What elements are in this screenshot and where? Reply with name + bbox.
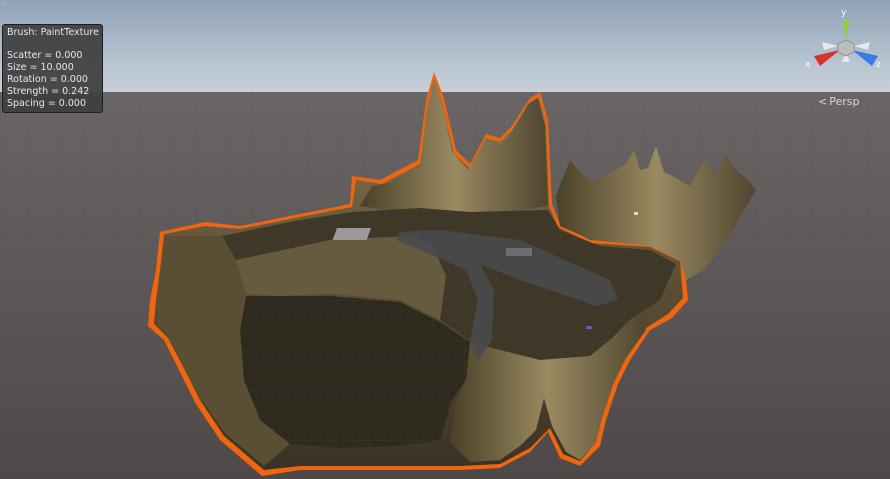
brush-size: Size = 10.000 [7, 62, 74, 73]
gizmo-z-axis-cone[interactable] [852, 50, 878, 66]
gizmo-neg-x-cone[interactable] [822, 42, 838, 50]
gizmo-center-cube[interactable] [837, 39, 855, 57]
lock-icon[interactable] [0, 0, 8, 8]
brush-strength: Strength = 0.242 [7, 86, 90, 97]
sky [0, 0, 890, 92]
gizmo-z-label: z [876, 60, 881, 70]
terrain-building-2 [506, 248, 532, 256]
brush-info-panel: Brush: PaintTexture Scatter = 0.000 Size… [2, 24, 103, 113]
gizmo-x-axis-cone[interactable] [814, 50, 840, 66]
scene-canvas[interactable] [0, 0, 890, 479]
gizmo-neg-z-cone[interactable] [854, 42, 870, 50]
projection-label: Persp [829, 95, 860, 108]
gizmo-x-label: x [805, 60, 811, 70]
orientation-gizmo[interactable]: y x z [805, 8, 881, 82]
gizmo-icon [814, 20, 878, 66]
brush-rotation: Rotation = 0.000 [7, 74, 88, 85]
brush-scatter: Scatter = 0.000 [7, 50, 83, 61]
terrain-marker-2 [634, 212, 638, 215]
chevron-left-icon: < [818, 95, 828, 108]
terrain-marker [586, 326, 592, 329]
gizmo-y-label: y [841, 8, 847, 18]
projection-toggle-button[interactable]: < Persp [818, 94, 868, 110]
terrain-building [332, 228, 372, 240]
gizmo-y-axis-cone[interactable] [843, 20, 849, 40]
brush-title: Brush: PaintTexture [7, 27, 99, 38]
brush-spacing: Spacing = 0.000 [7, 98, 86, 109]
scene-viewport[interactable]: Brush: PaintTexture Scatter = 0.000 Size… [0, 0, 890, 479]
